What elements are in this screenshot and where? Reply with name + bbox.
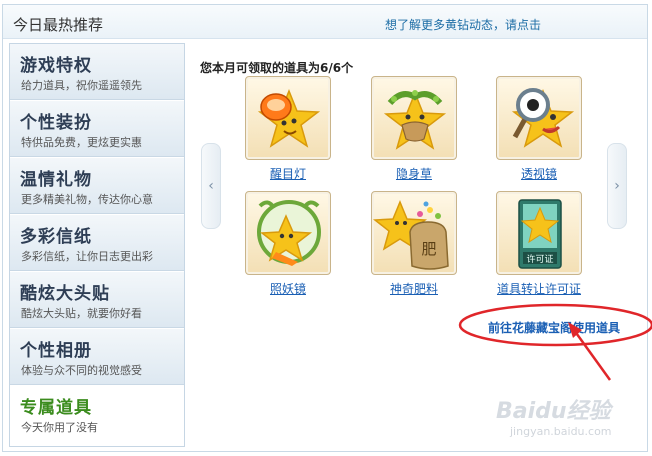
sidebar-item-subtitle: 给力道具，祝你遥遥领先 — [21, 79, 142, 92]
panel-header: 今日最热推荐 想了解更多黄钻动态，请点击 — [3, 5, 647, 39]
more-info-link[interactable]: 想了解更多黄钻动态，请点击 — [385, 16, 541, 33]
next-button[interactable]: › — [607, 143, 627, 229]
prop-item[interactable]: 隐身草 — [371, 76, 457, 182]
prop-thumbnail: 许可证 — [496, 191, 582, 275]
prop-label[interactable]: 透视镜 — [496, 165, 582, 182]
sidebar-item-game-privilege[interactable]: 游戏特权 给力道具，祝你遥遥领先 — [10, 44, 184, 100]
sidebar-item-exclusive-props[interactable]: 专属道具 今天你用了没有 — [10, 386, 184, 442]
sidebar-item-title: 专属道具 — [20, 398, 92, 418]
chevron-left-icon: ‹ — [208, 178, 214, 194]
prop-thumbnail — [245, 191, 331, 275]
sidebar-item-title: 个性装扮 — [20, 113, 92, 133]
prop-thumbnail — [496, 76, 582, 160]
prop-item[interactable]: 肥 神奇肥料 — [371, 191, 457, 297]
prev-button[interactable]: ‹ — [201, 143, 221, 229]
sidebar-item-subtitle: 特供品免费，更炫更实惠 — [21, 136, 142, 149]
spotlight-star-icon — [257, 88, 321, 148]
prop-label[interactable]: 隐身草 — [371, 165, 457, 182]
sidebar-item-album[interactable]: 个性相册 体验与众不同的视觉感受 — [10, 329, 184, 385]
prop-label[interactable]: 神奇肥料 — [371, 280, 457, 297]
sidebar-item-photo-sticker[interactable]: 酷炫大头贴 酷炫大头贴，就要你好看 — [10, 272, 184, 328]
grass-star-icon — [383, 90, 447, 150]
sidebar-item-title: 个性相册 — [20, 341, 92, 361]
sidebar-item-stationery[interactable]: 多彩信纸 多彩信纸，让你日志更出彩 — [10, 215, 184, 271]
prop-thumbnail: 肥 — [371, 191, 457, 275]
sidebar-item-title: 游戏特权 — [20, 56, 92, 76]
sidebar-item-subtitle: 体验与众不同的视觉感受 — [21, 364, 142, 377]
prop-thumbnail — [245, 76, 331, 160]
sidebar-item-title: 酷炫大头贴 — [20, 284, 110, 304]
license-text: 许可证 — [526, 253, 553, 265]
prop-item[interactable]: 照妖镜 — [245, 191, 331, 297]
sidebar-item-subtitle: 多彩信纸，让你日志更出彩 — [21, 250, 153, 263]
props-panel: 您本月可领取的道具为6/6个 ‹ › 醒目灯 隐身草 透视镜 照妖镜 肥 神奇肥… — [186, 43, 646, 447]
prop-item[interactable]: 许可证 道具转让许可证 — [496, 191, 582, 297]
recommend-panel: 今日最热推荐 想了解更多黄钻动态，请点击 游戏特权 给力道具，祝你遥遥领先 个性… — [2, 4, 648, 452]
panel-title: 今日最热推荐 — [13, 16, 104, 34]
magnifier-star-icon — [511, 88, 575, 148]
quota-text: 您本月可领取的道具为6/6个 — [200, 61, 354, 75]
category-sidebar: 游戏特权 给力道具，祝你遥遥领先 个性装扮 特供品免费，更炫更实惠 温情礼物 更… — [9, 43, 185, 447]
mirror-star-icon — [257, 200, 321, 266]
prop-label[interactable]: 照妖镜 — [245, 280, 331, 297]
sidebar-item-gifts[interactable]: 温情礼物 更多精美礼物，传达你心意 — [10, 158, 184, 214]
fertilizer-char: 肥 — [421, 240, 436, 258]
prop-thumbnail — [371, 76, 457, 160]
chevron-right-icon: › — [614, 178, 620, 194]
fertilizer-star-icon: 肥 — [372, 200, 449, 270]
watermark-logo: Baidu经验 — [496, 399, 611, 424]
sidebar-item-subtitle: 今天你用了没有 — [21, 421, 98, 434]
sidebar-item-title: 温情礼物 — [20, 170, 92, 190]
prop-item[interactable]: 醒目灯 — [245, 76, 331, 182]
prop-item[interactable]: 透视镜 — [496, 76, 582, 182]
sidebar-item-dress-up[interactable]: 个性装扮 特供品免费，更炫更实惠 — [10, 101, 184, 157]
sidebar-item-subtitle: 酷炫大头贴，就要你好看 — [21, 307, 142, 320]
license-star-icon: 许可证 — [518, 199, 562, 269]
sidebar-item-title: 多彩信纸 — [20, 227, 92, 247]
prop-label[interactable]: 醒目灯 — [245, 165, 331, 182]
goto-treasure-link[interactable]: 前往花藤藏宝阁使用道具 — [488, 319, 620, 336]
watermark-url: jingyan.baidu.com — [510, 425, 612, 438]
sidebar-item-subtitle: 更多精美礼物，传达你心意 — [21, 193, 153, 206]
prop-label[interactable]: 道具转让许可证 — [496, 280, 582, 297]
